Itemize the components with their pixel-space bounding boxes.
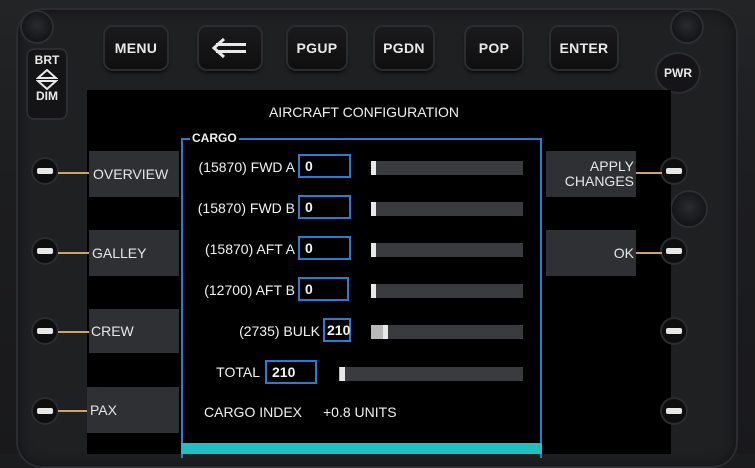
ok-button-label: OK [613,245,634,261]
bezel-screw-top-right [672,12,702,42]
cargo-aft-a-bar [371,243,523,257]
lsk-left-1-line [58,172,90,174]
menu-item-pax-label: PAX [90,402,117,418]
cargo-bulk-bar-fill [371,325,383,339]
brightness-up-icon [36,69,58,79]
lsk-right-1-line [636,172,662,174]
total-label: TOTAL [216,364,260,380]
cargo-bulk-bar-marker [383,325,388,339]
apply-changes-button[interactable]: APPLY CHANGES [546,151,636,197]
total-input[interactable]: 210 [265,360,317,384]
apply-changes-line1: APPLY [589,158,634,174]
lsk-right-2-line [636,252,662,254]
cargo-fwd-b-bar-marker [371,202,376,216]
back-arrow-icon [212,37,246,59]
cargo-row-label: (12700) AFT B [204,282,295,298]
cargo-aft-a-input[interactable]: 0 [298,236,351,260]
cargo-fwd-a-bar-marker [371,161,376,175]
lsk-left-2[interactable] [33,239,57,263]
lsk-left-3[interactable] [33,319,57,343]
lsk-right-4[interactable] [662,399,686,423]
apply-changes-line2: CHANGES [564,173,634,189]
bezel-screw-top-left [22,12,52,42]
power-button[interactable]: PWR [657,54,699,92]
pop-button-label: POP [478,40,510,56]
cargo-fwd-a-input[interactable]: 0 [298,154,351,178]
lsk-left-3-line [58,331,90,333]
cargo-aft-b-input[interactable]: 0 [298,277,349,301]
lsk-left-1[interactable] [33,159,57,183]
pop-button[interactable]: POP [466,27,522,69]
pgup-button[interactable]: PGUP [288,27,346,69]
menu-button[interactable]: MENU [105,27,167,69]
total-bar-marker [340,367,345,381]
menu-item-galley-label: GALLEY [92,245,147,261]
lsk-left-4-line [58,410,88,412]
pgdn-button[interactable]: PGDN [375,27,433,69]
cargo-index-value: +0.8 UNITS [323,404,397,420]
menu-item-overview[interactable]: OVERVIEW [89,151,179,197]
cargo-bulk-input[interactable]: 210 [323,318,351,342]
apply-changes-label: APPLY CHANGES [565,159,634,189]
enter-button[interactable]: ENTER [551,27,617,69]
power-label: PWR [664,66,692,80]
cargo-aft-b-bar [371,284,523,298]
pgdn-button-label: PGDN [383,40,425,56]
back-button[interactable] [199,27,261,69]
cargo-index-label: CARGO INDEX [204,404,303,420]
cargo-bulk-bar [371,325,523,339]
menu-item-crew-label: CREW [91,323,134,339]
dim-label: DIM [36,89,58,103]
lsk-right-1[interactable] [662,159,686,183]
cargo-aft-a-bar-marker [371,243,376,257]
cargo-aft-b-bar-marker [371,284,376,298]
page-title: AIRCRAFT CONFIGURATION [268,104,460,120]
menu-item-overview-label: OVERVIEW [93,166,169,182]
enter-button-label: ENTER [559,40,609,56]
bezel-screw-right-mid [672,192,706,226]
lsk-left-4[interactable] [33,399,57,423]
lsk-right-2[interactable] [662,239,686,263]
lsk-left-2-line [58,252,90,254]
cargo-row-label: (2735) BULK [239,323,320,339]
cargo-legend: CARGO [190,131,239,145]
cargo-fwd-a-bar [371,161,523,175]
ok-button[interactable]: OK [546,230,636,276]
cargo-row-label: (15870) AFT A [204,241,295,257]
menu-item-galley[interactable]: GALLEY [89,230,179,276]
cargo-fwd-b-bar [371,202,523,216]
pgup-button-label: PGUP [296,40,338,56]
cargo-row-label: (15870) FWD A [198,159,295,175]
lsk-right-3[interactable] [662,319,686,343]
menu-item-pax[interactable]: PAX [87,387,179,433]
menu-item-crew[interactable]: CREW [89,309,179,353]
total-bar [339,367,523,381]
cargo-fwd-b-input[interactable]: 0 [298,195,351,219]
brt-label: BRT [34,53,60,67]
menu-button-label: MENU [114,40,158,56]
cargo-row-label: (15870) FWD B [197,200,295,216]
status-strip [181,443,542,454]
